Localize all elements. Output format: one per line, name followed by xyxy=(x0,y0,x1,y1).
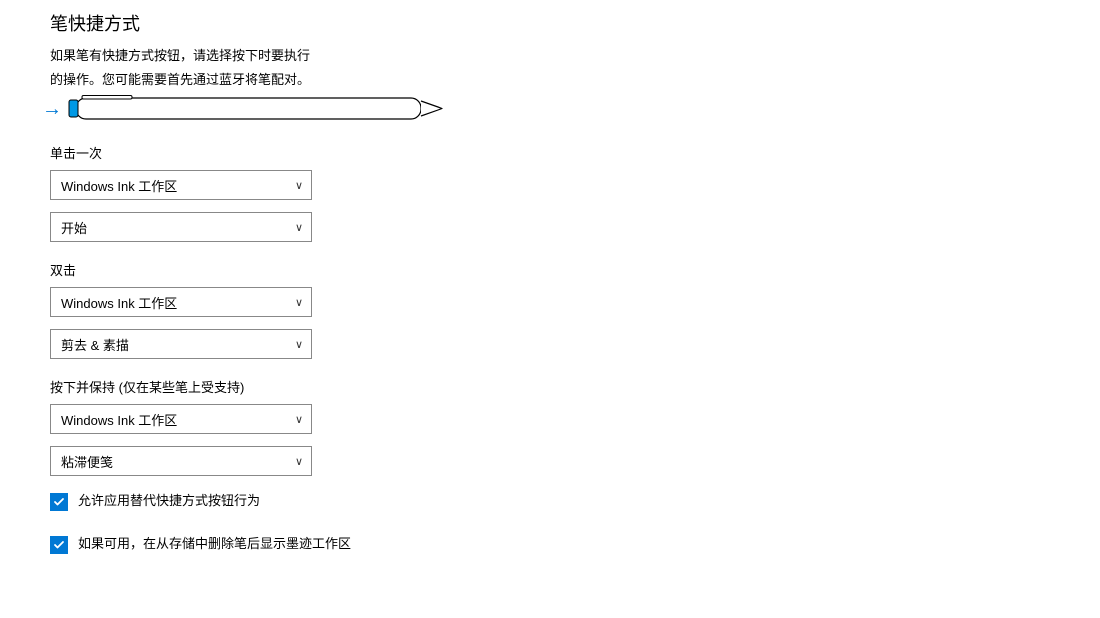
checkbox-show-ink[interactable] xyxy=(50,536,68,554)
checkmark-icon xyxy=(53,496,65,508)
double-click-dropdown-2[interactable]: 剪去 & 素描 ∨ xyxy=(50,329,312,359)
single-click-dropdown-1-value: Windows Ink 工作区 xyxy=(61,176,177,195)
press-hold-dropdown-1-value: Windows Ink 工作区 xyxy=(61,410,177,429)
chevron-down-icon: ∨ xyxy=(295,296,303,309)
single-click-dropdown-2[interactable]: 开始 ∨ xyxy=(50,212,312,242)
checkbox-row-show-ink[interactable]: 如果可用，在从存储中删除笔后显示墨迹工作区 xyxy=(50,535,1100,554)
checkmark-icon xyxy=(53,539,65,551)
chevron-down-icon: ∨ xyxy=(295,338,303,351)
double-click-dropdown-1[interactable]: Windows Ink 工作区 ∨ xyxy=(50,287,312,317)
press-hold-dropdown-2[interactable]: 粘滞便笺 ∨ xyxy=(50,446,312,476)
single-click-label: 单击一次 xyxy=(50,143,1100,162)
single-click-dropdown-1[interactable]: Windows Ink 工作区 ∨ xyxy=(50,170,312,200)
page-title: 笔快捷方式 xyxy=(50,10,1100,36)
checkbox-label-allow-apps: 允许应用替代快捷方式按钮行为 xyxy=(78,492,260,511)
chevron-down-icon: ∨ xyxy=(295,221,303,234)
checkbox-allow-apps[interactable] xyxy=(50,493,68,511)
double-click-dropdown-2-value: 剪去 & 素描 xyxy=(61,335,129,354)
checkbox-row-allow-apps[interactable]: 允许应用替代快捷方式按钮行为 xyxy=(50,492,1100,511)
chevron-down-icon: ∨ xyxy=(295,413,303,426)
chevron-down-icon: ∨ xyxy=(295,455,303,468)
single-click-dropdown-2-value: 开始 xyxy=(61,218,87,237)
press-hold-label: 按下并保持 (仅在某些笔上受支持) xyxy=(50,377,1100,396)
arrow-right-icon: → xyxy=(42,99,62,119)
chevron-down-icon: ∨ xyxy=(295,179,303,192)
checkbox-label-show-ink: 如果可用，在从存储中删除笔后显示墨迹工作区 xyxy=(78,535,351,554)
double-click-label: 双击 xyxy=(50,260,1100,279)
press-hold-dropdown-1[interactable]: Windows Ink 工作区 ∨ xyxy=(50,404,312,434)
description-line-1: 如果笔有快捷方式按钮，请选择按下时要执行 xyxy=(50,46,380,66)
pen-illustration-row: → xyxy=(42,95,1100,123)
pen-illustration-icon xyxy=(68,95,448,123)
press-hold-dropdown-2-value: 粘滞便笺 xyxy=(61,452,113,471)
double-click-dropdown-1-value: Windows Ink 工作区 xyxy=(61,293,177,312)
description-line-2: 的操作。您可能需要首先通过蓝牙将笔配对。 xyxy=(50,70,380,90)
